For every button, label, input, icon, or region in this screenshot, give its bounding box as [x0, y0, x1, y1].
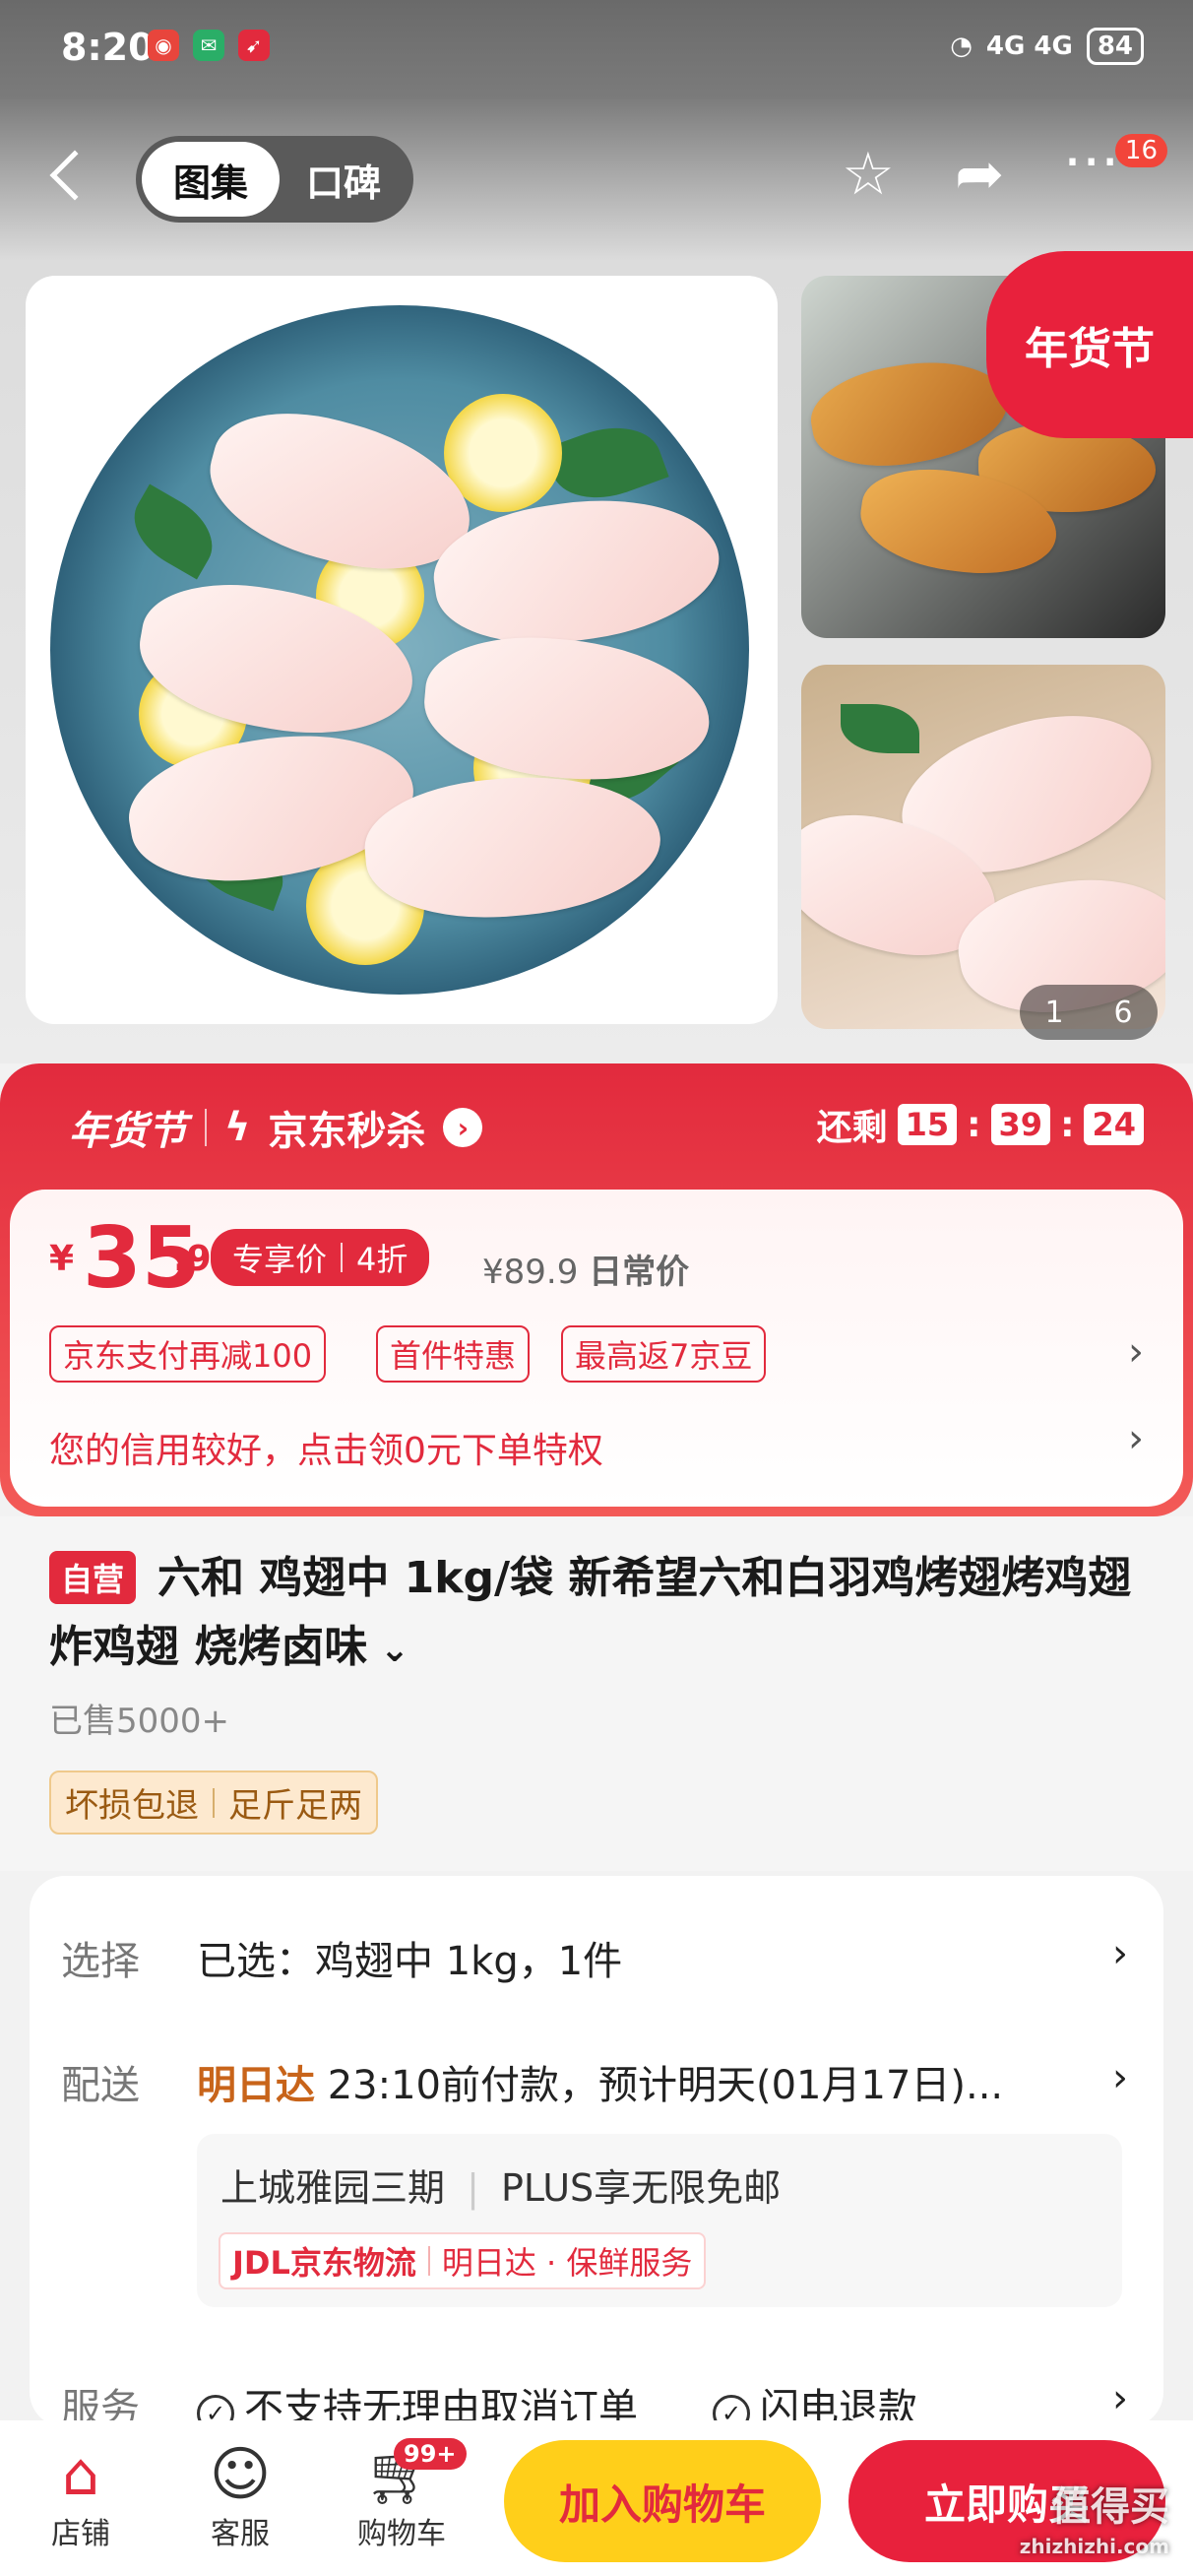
guarantee-item: 足斤足两 — [228, 1786, 362, 1826]
thumbnail-raw-wings[interactable] — [801, 665, 1165, 1029]
daily-price-value: ¥89.9 — [482, 1253, 579, 1292]
product-gallery: 年货节 1 6 — [0, 251, 1193, 1063]
address-line: 上城雅园三期 | PLUS享无限免邮 — [220, 2166, 782, 2210]
countdown: 还剩 15: 39: 24 — [817, 1099, 1144, 1150]
delivery-text: 23:10前付款，预计明天(01月17日)... — [327, 2063, 1004, 2108]
address-box[interactable]: 上城雅园三期 | PLUS享无限免邮 JDL京东物流 明日达 · 保鲜服务 — [197, 2134, 1122, 2307]
battery-icon: 84 — [1086, 28, 1144, 65]
jdl-logo: JDL京东物流 — [232, 2244, 416, 2282]
festival-label: 年货节 — [69, 1108, 187, 1154]
price-card: ¥ 35 .9 专享价 4折 ¥89.9 日常价 京东支付再减100 首件特惠 … — [10, 1190, 1183, 1507]
watermark-sub: zhizhizhi.com — [1019, 2535, 1169, 2558]
info-card: 选择 已选：鸡翅中 1kg，1件 › 配送 明日达 23:10前付款，预计明天(… — [30, 1876, 1163, 2432]
cart-badge: 99+ — [394, 2438, 467, 2470]
discount-label: 4折 — [356, 1241, 408, 1278]
speed-icon: ◔ — [950, 32, 973, 61]
sold-count: 已售5000+ — [49, 1702, 230, 1741]
store-label: 店铺 — [51, 2517, 110, 2551]
back-icon[interactable] — [49, 150, 100, 201]
countdown-hours: 15 — [897, 1104, 958, 1145]
delivery-value[interactable]: 明日达 23:10前付款，预计明天(01月17日)... — [197, 2053, 1003, 2110]
top-nav: 图集 口碑 ☆ ➦ ··· 16 — [0, 98, 1193, 261]
store-icon: ⌂ — [61, 2440, 100, 2509]
add-to-cart-button[interactable]: 加入购物车 — [504, 2440, 821, 2562]
message-badge: 16 — [1114, 134, 1167, 167]
customer-service-button[interactable]: ☺ 客服 — [181, 2440, 299, 2552]
countdown-label: 还剩 — [816, 1108, 888, 1148]
plus-shipping: PLUS享无限免邮 — [501, 2166, 782, 2210]
chevron-right-icon[interactable]: › — [1112, 2055, 1128, 2100]
product-title-text: 六和 鸡翅中 1kg/袋 新希望六和白羽鸡烤翅烤鸡翅炸鸡翅 烧烤卤味 — [49, 1553, 1132, 1672]
bottom-action-bar: ⌂ 店铺 ☺ 客服 🛒︎ 购物车 99+ 加入购物车 立即购买 值得买 zhiz… — [0, 2420, 1193, 2576]
chevron-right-icon[interactable]: › — [1112, 1931, 1128, 1976]
price-decimal: .9 — [173, 1239, 212, 1279]
next-day-label: 明日达 — [197, 2063, 315, 2108]
status-bar: 8:20 ◉ ✉ ➹ ◔ 4G 4G 84 — [0, 0, 1193, 98]
select-label: 选择 — [61, 1939, 140, 1984]
cart-label: 购物车 — [357, 2517, 446, 2551]
chat-smile-icon: ☺ — [209, 2440, 272, 2509]
daily-price: ¥89.9 日常价 — [482, 1245, 689, 1293]
view-switcher: 图集 口碑 — [136, 136, 413, 223]
delivery-label: 配送 — [61, 2063, 140, 2108]
tab-reviews[interactable]: 口碑 — [280, 153, 408, 207]
guarantee-item: 坏损包退 — [65, 1786, 199, 1826]
countdown-seconds: 24 — [1084, 1104, 1144, 1145]
select-value[interactable]: 已选：鸡翅中 1kg，1件 — [197, 1929, 622, 1986]
chevron-right-icon[interactable]: › — [1128, 1416, 1144, 1461]
jdl-logistics-badge: JDL京东物流 明日达 · 保鲜服务 — [219, 2232, 707, 2289]
exclusive-label: 专享价 — [232, 1241, 328, 1278]
pager-current: 1 — [1044, 995, 1064, 1030]
notification-app-icon: ◉ — [148, 30, 179, 61]
service-label-bottom: 客服 — [211, 2517, 270, 2551]
more-icon[interactable]: ··· — [1063, 128, 1119, 197]
price-panel: 年货节 ϟ 京东秒杀 › 还剩 15: 39: 24 ¥ 35 .9 专享价 4… — [0, 1063, 1193, 1516]
daily-price-label: 日常价 — [589, 1253, 690, 1292]
address-text: 上城雅园三期 — [220, 2166, 446, 2210]
watermark-main: 值得买 — [1051, 2484, 1169, 2530]
favorite-star-icon[interactable]: ☆ — [842, 140, 895, 209]
chevron-down-icon[interactable]: ⌄ — [367, 1630, 409, 1670]
status-right: ◔ 4G 4G 84 — [950, 28, 1144, 65]
credit-link[interactable]: 您的信用较好，点击领0元下单特权 — [49, 1422, 603, 1473]
jdl-service: 明日达 · 保鲜服务 — [441, 2244, 693, 2282]
price-currency: ¥ — [49, 1239, 75, 1279]
pager-total: 6 — [1113, 995, 1133, 1030]
plate-illustration — [50, 305, 749, 995]
product-title-area: 六和 鸡翅中 1kg/袋 新希望六和白羽鸡烤翅烤鸡翅炸鸡翅 烧烤卤味 ⌄ 自营 … — [0, 1516, 1193, 1871]
chevron-right-icon: › — [443, 1108, 483, 1147]
exclusive-price-badge: 专享价 4折 — [211, 1229, 430, 1286]
chevron-right-icon[interactable]: › — [1128, 1329, 1144, 1375]
promo-tag[interactable]: 首件特惠 — [376, 1325, 531, 1383]
product-title[interactable]: 六和 鸡翅中 1kg/袋 新希望六和白羽鸡烤翅烤鸡翅炸鸡翅 烧烤卤味 ⌄ — [49, 1544, 1152, 1685]
jd-app-icon: ➹ — [238, 30, 270, 61]
chevron-right-icon[interactable]: › — [1112, 2376, 1128, 2421]
self-operated-badge: 自营 — [49, 1551, 137, 1604]
status-time: 8:20 — [61, 26, 155, 69]
image-pager: 1 6 — [1020, 985, 1158, 1040]
watermark: 值得买 zhizhizhi.com — [1020, 2487, 1169, 2566]
wechat-icon: ✉ — [193, 30, 224, 61]
share-icon[interactable]: ➦ — [955, 140, 1004, 209]
main-product-image[interactable] — [26, 276, 778, 1024]
promo-tag[interactable]: 最高返7京豆 — [561, 1325, 767, 1383]
festival-badge: 年货节 — [986, 251, 1193, 438]
guarantee-tags[interactable]: 坏损包退 足斤足两 — [49, 1771, 378, 1835]
lightning-icon: ϟ — [224, 1105, 251, 1150]
store-button[interactable]: ⌂ 店铺 — [22, 2440, 140, 2552]
promo-line[interactable]: 年货节 ϟ 京东秒杀 › — [69, 1099, 483, 1156]
signal-icon: 4G 4G — [985, 32, 1073, 61]
countdown-minutes: 39 — [990, 1104, 1051, 1145]
promo-tag[interactable]: 京东支付再减100 — [49, 1325, 327, 1383]
seckill-label: 京东秒杀 — [268, 1109, 426, 1154]
tab-gallery[interactable]: 图集 — [142, 142, 280, 217]
